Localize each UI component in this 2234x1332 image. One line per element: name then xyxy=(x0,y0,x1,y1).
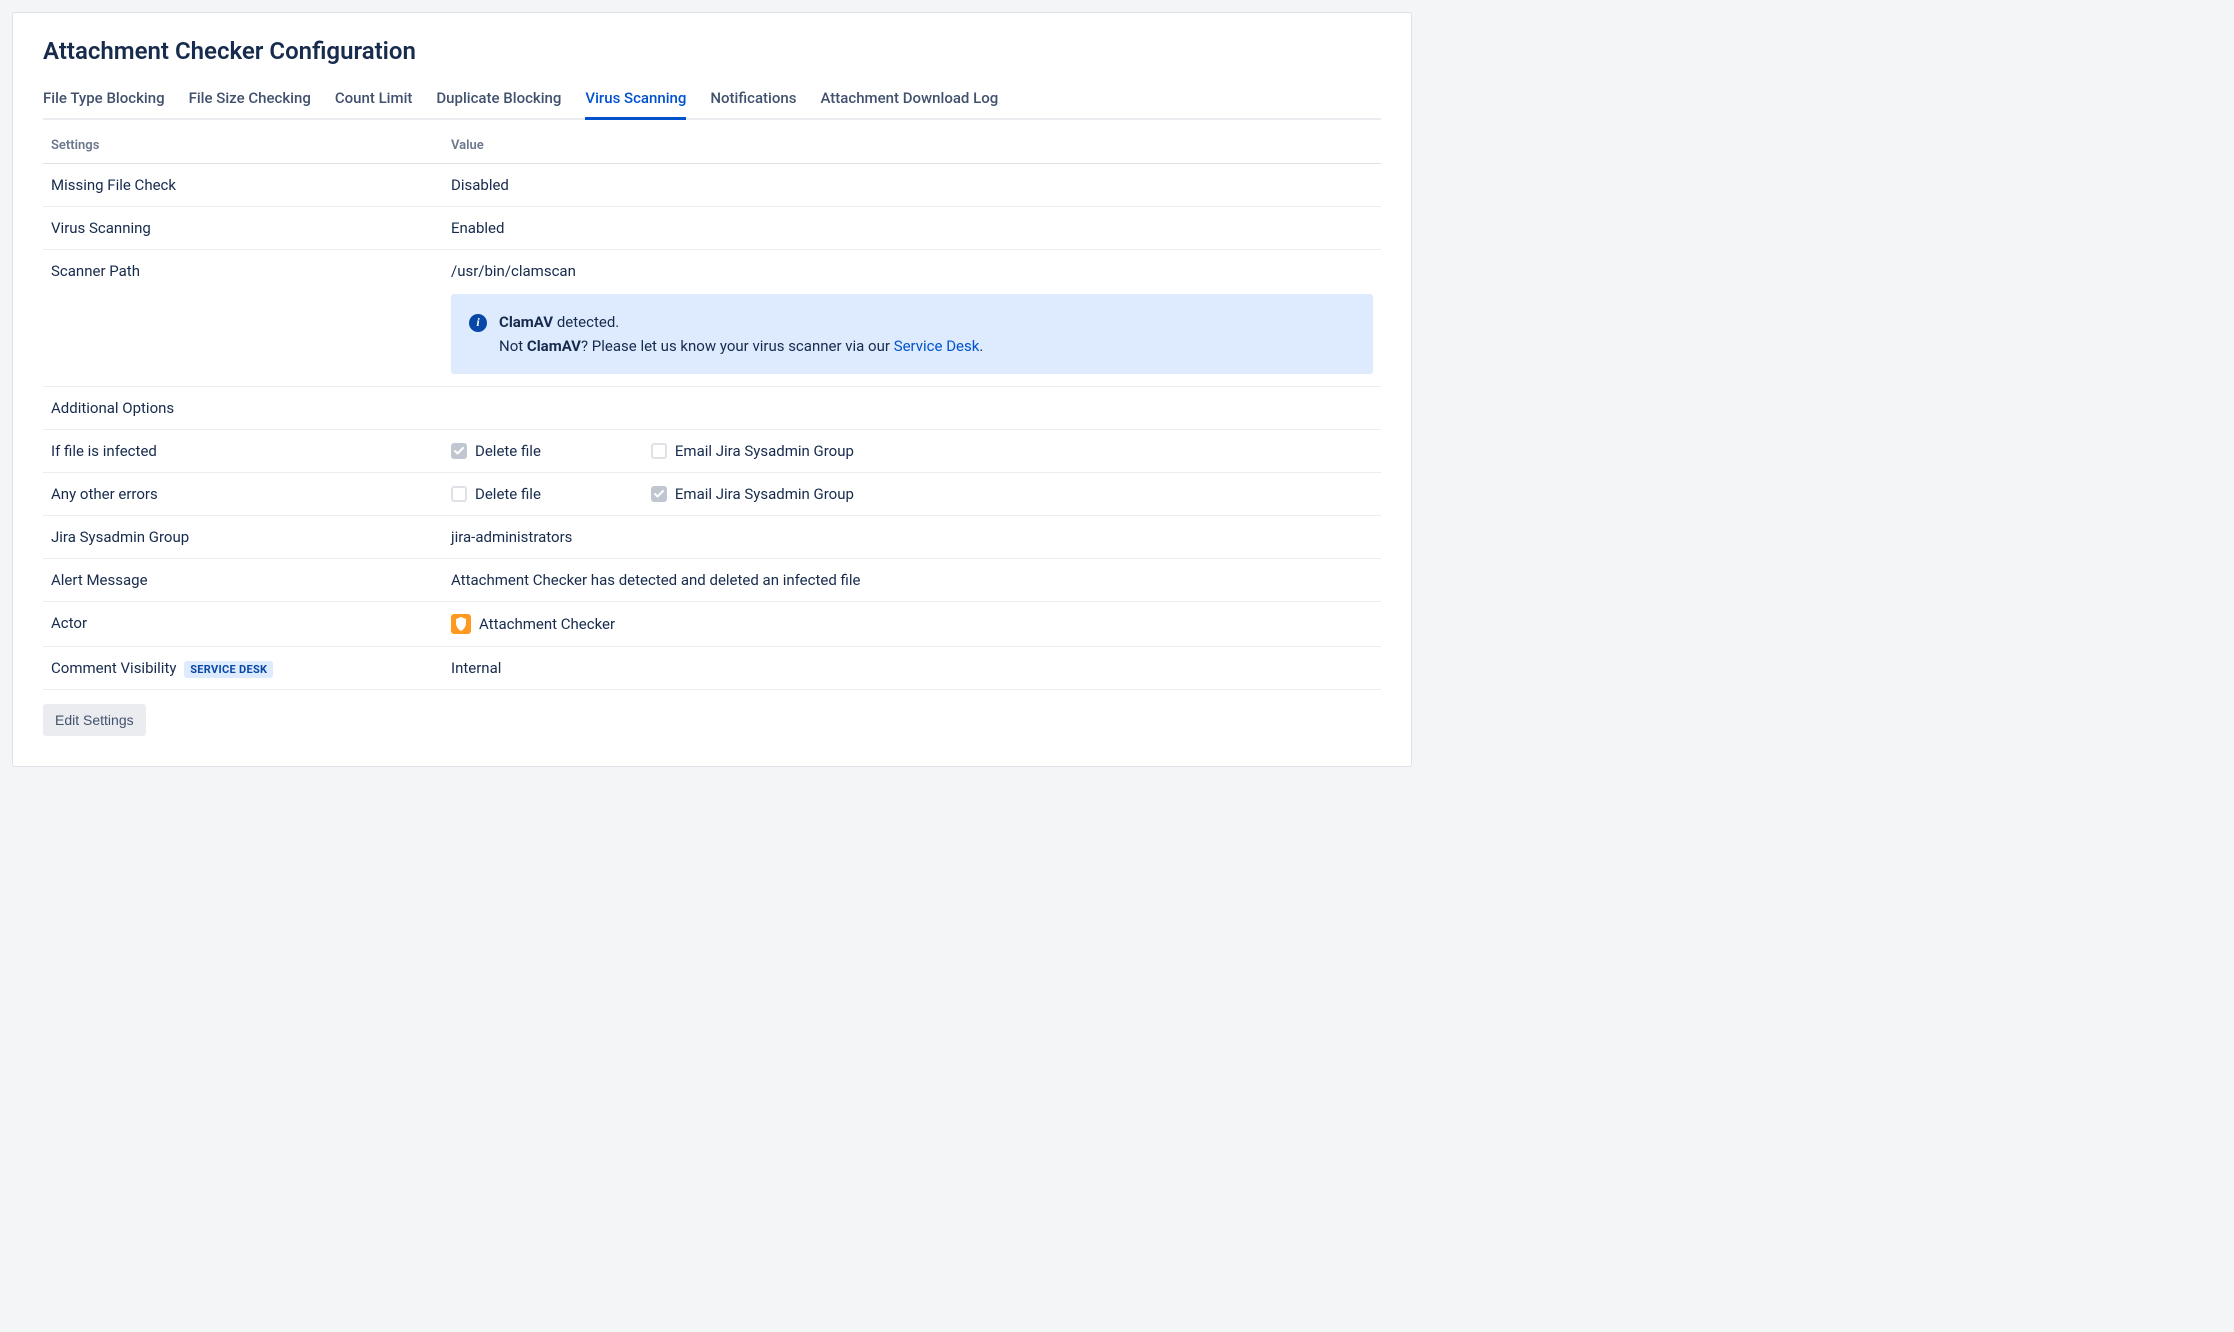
label-alert-message: Alert Message xyxy=(43,559,443,602)
tab-file-type-blocking[interactable]: File Type Blocking xyxy=(43,81,165,120)
label-additional-options: Additional Options xyxy=(43,387,1381,430)
tab-file-size-checking[interactable]: File Size Checking xyxy=(189,81,311,120)
tab-virus-scanning[interactable]: Virus Scanning xyxy=(585,81,686,120)
value-if-infected: Delete file Email Jira Sysadmin Group xyxy=(443,430,1381,473)
label-missing-file-check: Missing File Check xyxy=(43,164,443,207)
checkbox-infected-email-box[interactable] xyxy=(651,443,667,459)
checkbox-infected-delete-box[interactable] xyxy=(451,443,467,459)
checkbox-errors-delete-label: Delete file xyxy=(475,485,541,503)
row-actor: Actor Attachment Checker xyxy=(43,602,1381,647)
value-actor-cell: Attachment Checker xyxy=(443,602,1381,647)
value-scanner-path: /usr/bin/clamscan xyxy=(451,262,1373,280)
label-actor: Actor xyxy=(43,602,443,647)
value-missing-file-check: Disabled xyxy=(443,164,1381,207)
tab-count-limit[interactable]: Count Limit xyxy=(335,81,413,120)
value-virus-scanning: Enabled xyxy=(443,207,1381,250)
row-missing-file-check: Missing File Check Disabled xyxy=(43,164,1381,207)
row-additional-options: Additional Options xyxy=(43,387,1381,430)
header-settings: Settings xyxy=(43,128,443,164)
row-other-errors: Any other errors Delete file Email Jira … xyxy=(43,473,1381,516)
checkbox-infected-email-label: Email Jira Sysadmin Group xyxy=(675,442,854,460)
label-other-errors: Any other errors xyxy=(43,473,443,516)
shield-icon xyxy=(451,614,471,634)
info-icon-wrap: i xyxy=(469,310,487,332)
value-actor: Attachment Checker xyxy=(479,615,615,633)
label-virus-scanning: Virus Scanning xyxy=(43,207,443,250)
checkbox-infected-delete-label: Delete file xyxy=(475,442,541,460)
label-comment-visibility-cell: Comment Visibility SERVICE DESK xyxy=(43,647,443,690)
info-not-suffix: ? Please let us know your virus scanner … xyxy=(581,337,894,355)
checkbox-errors-email-box[interactable] xyxy=(651,486,667,502)
info-body: ClamAV detected. Not ClamAV? Please let … xyxy=(499,310,983,358)
info-detected-suffix: detected. xyxy=(553,313,619,331)
row-virus-scanning: Virus Scanning Enabled xyxy=(43,207,1381,250)
checkbox-errors-email-label: Email Jira Sysadmin Group xyxy=(675,485,854,503)
tab-notifications[interactable]: Notifications xyxy=(710,81,796,120)
service-desk-badge: SERVICE DESK xyxy=(184,661,273,678)
checkbox-errors-email: Email Jira Sysadmin Group xyxy=(651,485,854,503)
info-strong-1: ClamAV xyxy=(499,313,553,331)
value-sysadmin-group: jira-administrators xyxy=(443,516,1381,559)
config-panel: Attachment Checker Configuration File Ty… xyxy=(12,12,1412,767)
tab-attachment-download-log[interactable]: Attachment Download Log xyxy=(820,81,998,120)
checkbox-errors-delete-box[interactable] xyxy=(451,486,467,502)
label-comment-visibility: Comment Visibility xyxy=(51,659,176,677)
page-title: Attachment Checker Configuration xyxy=(43,37,1381,65)
info-period: . xyxy=(979,337,983,355)
info-strong-2: ClamAV xyxy=(527,337,581,355)
tabs-container: File Type Blocking File Size Checking Coun… xyxy=(43,81,1381,120)
label-scanner-path: Scanner Path xyxy=(43,250,443,387)
info-box: i ClamAV detected. Not ClamAV? Please le… xyxy=(451,294,1373,374)
tab-duplicate-blocking[interactable]: Duplicate Blocking xyxy=(436,81,561,120)
row-if-infected: If file is infected Delete file Email Ji… xyxy=(43,430,1381,473)
row-sysadmin-group: Jira Sysadmin Group jira-administrators xyxy=(43,516,1381,559)
service-desk-link[interactable]: Service Desk xyxy=(894,337,980,355)
edit-settings-button[interactable]: Edit Settings xyxy=(43,704,146,736)
value-scanner-path-cell: /usr/bin/clamscan i ClamAV detected. Not… xyxy=(443,250,1381,387)
value-comment-visibility: Internal xyxy=(443,647,1381,690)
checkbox-infected-email: Email Jira Sysadmin Group xyxy=(651,442,854,460)
value-other-errors: Delete file Email Jira Sysadmin Group xyxy=(443,473,1381,516)
header-value: Value xyxy=(443,128,1381,164)
row-alert-message: Alert Message Attachment Checker has det… xyxy=(43,559,1381,602)
label-sysadmin-group: Jira Sysadmin Group xyxy=(43,516,443,559)
checkbox-errors-delete: Delete file xyxy=(451,485,541,503)
value-alert-message: Attachment Checker has detected and dele… xyxy=(443,559,1381,602)
row-scanner-path: Scanner Path /usr/bin/clamscan i ClamAV … xyxy=(43,250,1381,387)
info-not-prefix: Not xyxy=(499,337,527,355)
checkbox-infected-delete: Delete file xyxy=(451,442,541,460)
row-comment-visibility: Comment Visibility SERVICE DESK Internal xyxy=(43,647,1381,690)
info-icon: i xyxy=(469,314,487,332)
settings-table: Settings Value Missing File Check Disabl… xyxy=(43,128,1381,690)
label-if-infected: If file is infected xyxy=(43,430,443,473)
